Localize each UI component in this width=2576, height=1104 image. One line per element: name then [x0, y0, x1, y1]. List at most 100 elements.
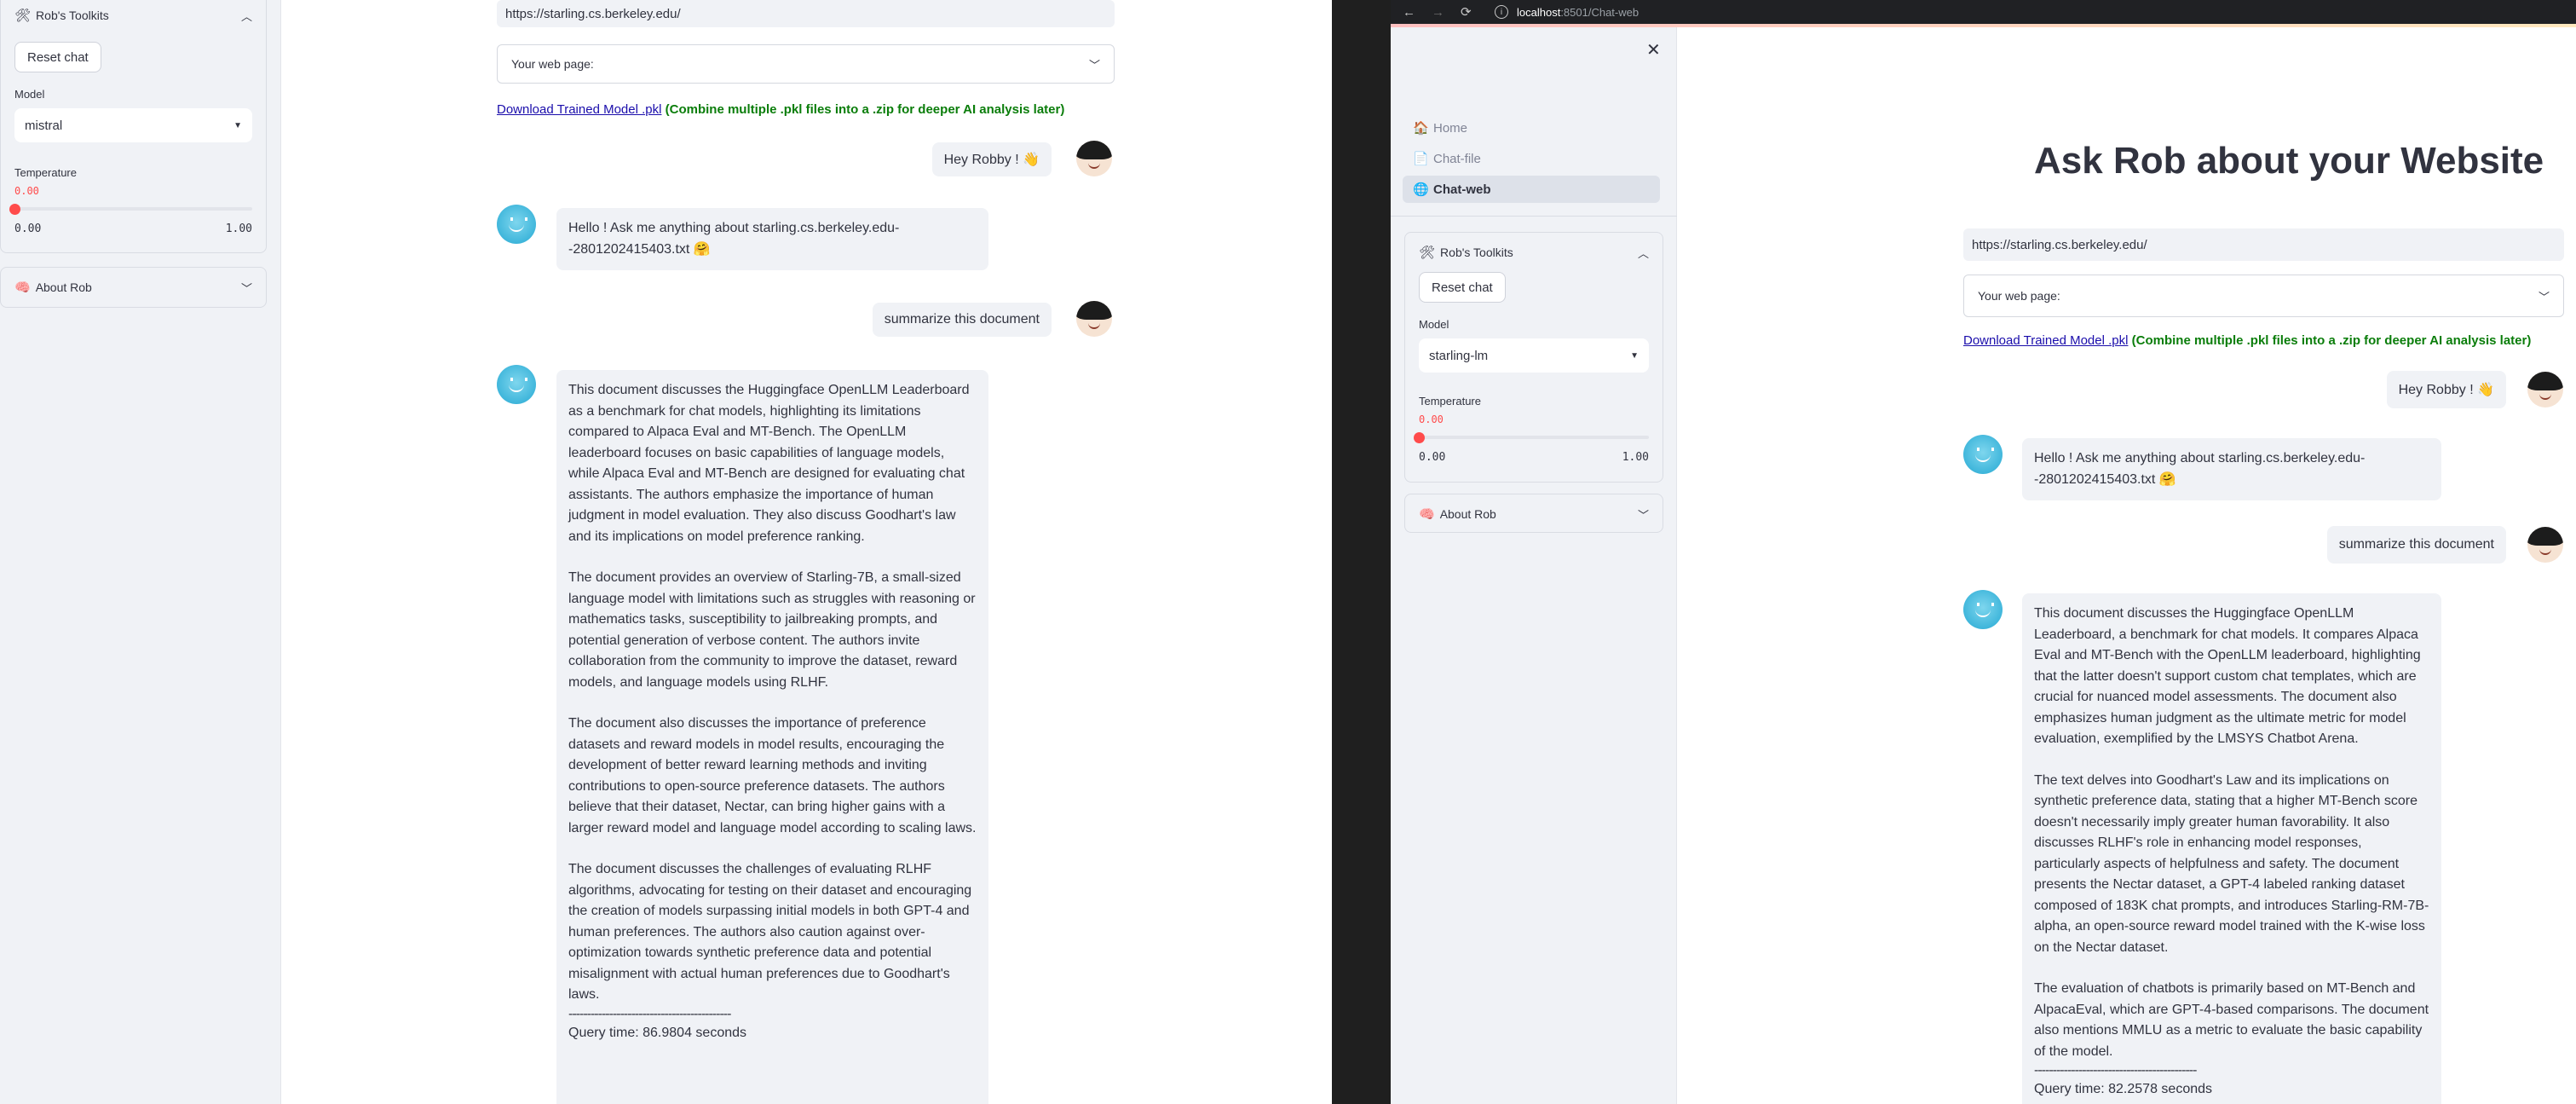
summary-paragraph: This document discusses the Huggingface … — [2034, 606, 2421, 746]
address-path: :8501/Chat-web — [1560, 5, 1640, 19]
temperature-slider-track[interactable] — [14, 207, 252, 211]
temperature-slider-thumb[interactable] — [1414, 432, 1425, 443]
user-avatar — [1076, 141, 1112, 176]
separator-line: ----------------------------------------… — [568, 1006, 731, 1021]
download-model-link[interactable]: Download Trained Model .pkl — [1963, 333, 2128, 348]
url-input[interactable]: https://starling.cs.berkeley.edu/ — [1963, 228, 2564, 261]
toolkit-expander: 🛠 Rob's Toolkits ︿ Reset chat Model star… — [1404, 232, 1663, 483]
toolkit-expander-header[interactable]: 🛠 Rob's Toolkits ︿ — [14, 0, 252, 35]
sidebar: ✕ 🏠 Home 📄 Chat-file 🌐 Chat-web 🛠 Rob's … — [1391, 27, 1677, 1104]
summary-paragraph: The document provides an overview of Sta… — [568, 570, 976, 690]
bot-avatar — [497, 205, 536, 244]
address-host: localhost — [1517, 5, 1561, 19]
temperature-label: Temperature — [14, 166, 77, 179]
model-label: Model — [1419, 318, 1449, 331]
about-expander[interactable]: 🧠 About Rob ﹀ — [0, 267, 267, 308]
sidebar-item-chat-file[interactable]: 📄 Chat-file — [1403, 145, 1660, 172]
about-title: About Rob — [35, 280, 92, 294]
download-row: Download Trained Model .pkl (Combine mul… — [1963, 333, 2531, 348]
slider-min-label: 0.00 — [14, 223, 42, 235]
user-message-text: summarize this document — [884, 312, 1040, 327]
model-select-value: mistral — [25, 118, 63, 133]
sidebar-item-label: Chat-web — [1433, 182, 1491, 197]
chevron-up-icon[interactable]: ︿ — [241, 8, 252, 24]
caret-down-icon: ▼ — [1630, 350, 1639, 361]
download-row: Download Trained Model .pkl (Combine mul… — [497, 102, 1064, 117]
user-message-text: Hey Robby ! 👋 — [943, 153, 1040, 167]
url-input[interactable]: https://starling.cs.berkeley.edu/ — [497, 0, 1115, 27]
model-select[interactable]: mistral ▼ — [14, 108, 252, 142]
user-message-text: Hey Robby ! 👋 — [2398, 383, 2494, 397]
chevron-down-icon: ﹀ — [1088, 58, 1100, 72]
reset-chat-button[interactable]: Reset chat — [14, 42, 101, 72]
user-message: Hey Robby ! 👋 — [931, 142, 1052, 176]
query-time: Query time: 86.9804 seconds — [568, 1025, 747, 1040]
webpage-expander[interactable]: Your web page: ﹀ — [497, 44, 1115, 84]
separator-line: ----------------------------------------… — [2034, 1063, 2197, 1078]
file-icon: 📄 — [1413, 152, 1429, 166]
forward-icon[interactable]: → — [1432, 5, 1461, 20]
toolkit-expander-header[interactable]: 🛠 Rob's Toolkits ︿ — [1419, 233, 1649, 272]
temperature-slider-track[interactable] — [1419, 436, 1649, 439]
slider-min-label: 0.00 — [1419, 451, 1446, 464]
user-avatar — [2527, 372, 2563, 407]
sidebar-item-label: Home — [1433, 120, 1468, 136]
bot-message: Hello ! Ask me anything about starling.c… — [2022, 438, 2441, 500]
download-model-link[interactable]: Download Trained Model .pkl — [497, 102, 661, 117]
temperature-value: 0.00 — [14, 185, 39, 197]
about-expander-header[interactable]: 🧠 About Rob ﹀ — [14, 268, 252, 307]
nav-divider — [1391, 216, 1677, 217]
bot-summary-message: This document discusses the Huggingface … — [2022, 593, 2441, 1104]
reset-chat-button[interactable]: Reset chat — [1419, 272, 1506, 303]
sidebar-item-home[interactable]: 🏠 Home — [1403, 114, 1660, 142]
about-expander-header[interactable]: 🧠 About Rob ﹀ — [1419, 494, 1649, 534]
model-select[interactable]: starling-lm ▼ — [1419, 338, 1649, 373]
summary-paragraph: The document also discusses the importan… — [568, 716, 977, 835]
home-icon: 🏠 — [1413, 121, 1429, 136]
model-label: Model — [14, 88, 45, 101]
about-expander[interactable]: 🧠 About Rob ﹀ — [1404, 494, 1663, 533]
address-bar[interactable]: i localhost:8501/Chat-web — [1495, 5, 1639, 19]
model-select-value: starling-lm — [1429, 348, 1489, 363]
caret-down-icon: ▼ — [233, 120, 242, 130]
close-icon[interactable]: ✕ — [1646, 39, 1661, 61]
chevron-down-icon: ﹀ — [240, 281, 252, 295]
brain-icon: 🧠 — [1419, 507, 1435, 522]
url-input-value: https://starling.cs.berkeley.edu/ — [1972, 237, 2147, 252]
chevron-up-icon[interactable]: ︿ — [1638, 245, 1649, 261]
chevron-down-icon: ﹀ — [2538, 290, 2550, 303]
download-note: (Combine multiple .pkl files into a .zip… — [665, 102, 1065, 117]
globe-icon: 🌐 — [1413, 182, 1429, 197]
temperature-slider-thumb[interactable] — [9, 204, 20, 215]
about-title: About Rob — [1439, 507, 1496, 521]
reload-icon[interactable]: ⟳ — [1461, 4, 1490, 20]
right-browser-window: ← → ⟳ i localhost:8501/Chat-web ✕ 🏠 Home… — [1391, 0, 2576, 1104]
window-divider — [1332, 0, 1391, 1104]
url-input-value: https://starling.cs.berkeley.edu/ — [505, 6, 681, 21]
webpage-label: Your web page: — [511, 57, 594, 71]
bot-message-text: Hello ! Ask me anything about starling.c… — [568, 221, 900, 257]
toolkit-icon: 🛠 — [1419, 246, 1436, 260]
sidebar: 🛠 Rob's Toolkits ︿ Reset chat Model mist… — [0, 0, 281, 1104]
user-message-text: summarize this document — [2338, 537, 2494, 552]
page-title: Ask Rob about your Website — [2034, 140, 2544, 182]
sidebar-item-chat-web[interactable]: 🌐 Chat-web — [1403, 176, 1660, 203]
bot-avatar — [1963, 435, 2003, 474]
brain-icon: 🧠 — [14, 280, 31, 295]
sidebar-item-label: Chat-file — [1433, 151, 1481, 166]
chevron-down-icon: ﹀ — [1637, 508, 1649, 522]
toolkit-expander: 🛠 Rob's Toolkits ︿ Reset chat Model mist… — [0, 0, 267, 253]
toolkit-title: Rob's Toolkits — [36, 9, 109, 22]
webpage-expander[interactable]: Your web page: ﹀ — [1963, 275, 2564, 317]
user-avatar — [1076, 301, 1112, 337]
info-icon[interactable]: i — [1495, 5, 1508, 19]
summary-paragraph: The text delves into Goodhart's Law and … — [2034, 772, 2429, 955]
bot-avatar — [497, 365, 536, 404]
slider-max-label: 1.00 — [225, 223, 252, 235]
bot-message: Hello ! Ask me anything about starling.c… — [556, 208, 988, 270]
back-icon[interactable]: ← — [1403, 5, 1432, 20]
left-app-window: 🛠 Rob's Toolkits ︿ Reset chat Model mist… — [0, 0, 1332, 1104]
summary-paragraph: The evaluation of chatbots is primarily … — [2034, 981, 2429, 1059]
user-message: summarize this document — [2326, 526, 2506, 564]
user-message: Hey Robby ! 👋 — [2386, 371, 2506, 408]
